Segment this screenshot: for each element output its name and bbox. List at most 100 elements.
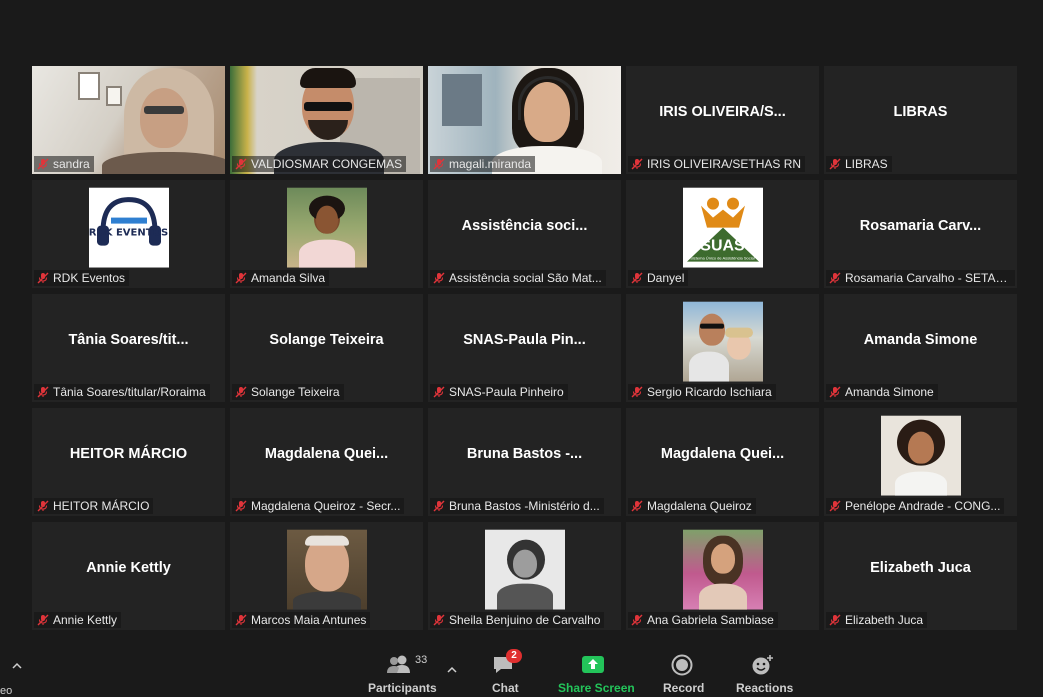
meeting-toolbar: eo 33 Participants 2 Chat Share Screen R… (0, 645, 1043, 697)
participant-tile[interactable]: Penélope Andrade - CONG... (824, 408, 1017, 516)
participant-display-name: Bruna Bastos -... (466, 446, 583, 462)
participant-name: sandra (53, 157, 90, 171)
participant-display-name: Magdalena Quei... (264, 446, 389, 462)
participant-avatar (286, 187, 367, 268)
participant-name: magali.miranda (449, 157, 532, 171)
participant-tile[interactable]: Sergio Ricardo Ischiara (626, 294, 819, 402)
participant-avatar: RDK EVENTOS (88, 187, 169, 268)
participant-avatar (880, 415, 961, 496)
participant-tile[interactable]: Assistência soci... Assistência social Sã… (428, 180, 621, 288)
muted-mic-icon (829, 272, 841, 284)
chat-badge: 2 (506, 649, 522, 663)
suas-logo-title: SUAS (700, 237, 745, 255)
participants-caret-icon[interactable] (447, 661, 457, 673)
participant-name: Penélope Andrade - CONG... (845, 499, 1001, 513)
participant-name: Elizabeth Juca (845, 613, 924, 627)
participant-name: Marcos Maia Antunes (251, 613, 367, 627)
reactions-icon (751, 654, 775, 676)
participant-name: Tânia Soares/titular/Roraima (53, 385, 206, 399)
muted-mic-icon (37, 158, 49, 170)
chat-label: Chat (492, 681, 519, 695)
reactions-label: Reactions (736, 681, 794, 695)
participants-button[interactable]: 33 Participants (360, 651, 440, 697)
participant-display-name: Amanda Simone (863, 332, 978, 348)
participant-tile[interactable]: HEITOR MÁRCIO HEITOR MÁRCIO (32, 408, 225, 516)
participant-name-label: Amanda Silva (232, 270, 330, 286)
participant-tile[interactable]: Bruna Bastos -... Bruna Bastos -Ministéri… (428, 408, 621, 516)
muted-mic-icon (235, 614, 247, 626)
participant-name-label: Sheila Benjuino de Carvalho (430, 612, 605, 628)
share-screen-label: Share Screen (558, 681, 635, 695)
meeting-window: sandra VALDIOSMAR CONGEMAS magali.miranda I… (0, 0, 1043, 697)
participant-name-label: HEITOR MÁRCIO (34, 498, 154, 514)
record-button[interactable]: Record (656, 651, 708, 697)
participant-tile[interactable]: Solange Teixeira Solange Teixeira (230, 294, 423, 402)
participant-tile[interactable]: Amanda Simone Amanda Simone (824, 294, 1017, 402)
participant-name: Ana Gabriela Sambiase (647, 613, 774, 627)
audio-options-caret-icon[interactable] (12, 657, 22, 669)
participant-name-label: RDK Eventos (34, 270, 130, 286)
muted-mic-icon (829, 386, 841, 398)
participant-name-label: Ana Gabriela Sambiase (628, 612, 778, 628)
reactions-button[interactable]: Reactions (732, 651, 794, 697)
muted-mic-icon (631, 158, 643, 170)
participant-name-label: Danyel (628, 270, 689, 286)
participant-name-label: Marcos Maia Antunes (232, 612, 371, 628)
participant-tile[interactable]: Annie Kettly Annie Kettly (32, 522, 225, 630)
participant-tile[interactable]: RDK EVENTOS RDK Eventos (32, 180, 225, 288)
muted-mic-icon (37, 272, 49, 284)
participant-avatar (682, 301, 763, 382)
participant-name: Magdalena Queiroz (647, 499, 752, 513)
participant-name-label: VALDIOSMAR CONGEMAS (232, 156, 407, 172)
participant-tile[interactable]: sandra (32, 66, 225, 174)
participant-name-label: LIBRAS (826, 156, 892, 172)
participant-name-label: Penélope Andrade - CONG... (826, 498, 1005, 514)
participant-tile[interactable]: Ana Gabriela Sambiase (626, 522, 819, 630)
muted-mic-icon (235, 158, 247, 170)
muted-mic-icon (37, 386, 49, 398)
participant-display-name: Solange Teixeira (269, 332, 384, 348)
share-screen-button[interactable]: Share Screen (552, 651, 636, 697)
participant-display-name: Tânia Soares/tit... (68, 332, 189, 348)
participant-name: IRIS OLIVEIRA/SETHAS RN (647, 157, 802, 171)
participant-tile[interactable]: Amanda Silva (230, 180, 423, 288)
participant-display-name: Annie Kettly (86, 560, 171, 576)
participant-tile[interactable]: Tânia Soares/tit... Tânia Soares/titular/… (32, 294, 225, 402)
participant-name-label: Amanda Simone (826, 384, 938, 400)
muted-mic-icon (829, 158, 841, 170)
participant-tile[interactable]: magali.miranda (428, 66, 621, 174)
participant-tile[interactable]: Magdalena Quei... Magdalena Queiroz (626, 408, 819, 516)
record-label: Record (663, 681, 705, 695)
participants-count: 33 (415, 654, 428, 666)
participant-name-label: Magdalena Queiroz - Secr... (232, 498, 405, 514)
participant-tile[interactable]: VALDIOSMAR CONGEMAS (230, 66, 423, 174)
participant-name: Bruna Bastos -Ministério d... (449, 499, 600, 513)
participants-label: Participants (368, 681, 437, 695)
muted-mic-icon (829, 614, 841, 626)
suas-logo-subtitle: Sistema Único de Assistência Social (690, 255, 755, 261)
muted-mic-icon (433, 272, 445, 284)
participant-display-name: Rosamaria Carv... (859, 218, 982, 234)
participant-tile[interactable]: Rosamaria Carv... Rosamaria Carvalho - SE… (824, 180, 1017, 288)
participant-gallery: sandra VALDIOSMAR CONGEMAS magali.miranda I… (32, 66, 1017, 630)
participant-tile[interactable]: Elizabeth Juca Elizabeth Juca (824, 522, 1017, 630)
participant-tile[interactable]: SNAS-Paula Pin... SNAS-Paula Pinheiro (428, 294, 621, 402)
participant-tile[interactable]: Marcos Maia Antunes (230, 522, 423, 630)
participant-tile[interactable]: IRIS OLIVEIRA/S... IRIS OLIVEIRA/SETHAS R… (626, 66, 819, 174)
left-edge-text: eo (0, 685, 13, 697)
participant-tile[interactable]: Magdalena Quei... Magdalena Queiroz - Sec… (230, 408, 423, 516)
participant-display-name: SNAS-Paula Pin... (463, 332, 586, 348)
participant-name: Amanda Simone (845, 385, 934, 399)
participant-name-label: magali.miranda (430, 156, 536, 172)
participant-tile[interactable]: Sheila Benjuino de Carvalho (428, 522, 621, 630)
participant-display-name: IRIS OLIVEIRA/S... (659, 104, 786, 120)
muted-mic-icon (433, 158, 445, 170)
participant-tile[interactable]: LIBRAS LIBRAS (824, 66, 1017, 174)
participant-name-label: Sergio Ricardo Ischiara (628, 384, 776, 400)
participant-tile[interactable]: SUAS Sistema Único de Assistência Social D… (626, 180, 819, 288)
muted-mic-icon (631, 614, 643, 626)
muted-mic-icon (631, 500, 643, 512)
participant-name: Danyel (647, 271, 685, 285)
participant-name: Assistência social São Mat... (449, 271, 602, 285)
chat-button[interactable]: 2 Chat (480, 649, 530, 697)
